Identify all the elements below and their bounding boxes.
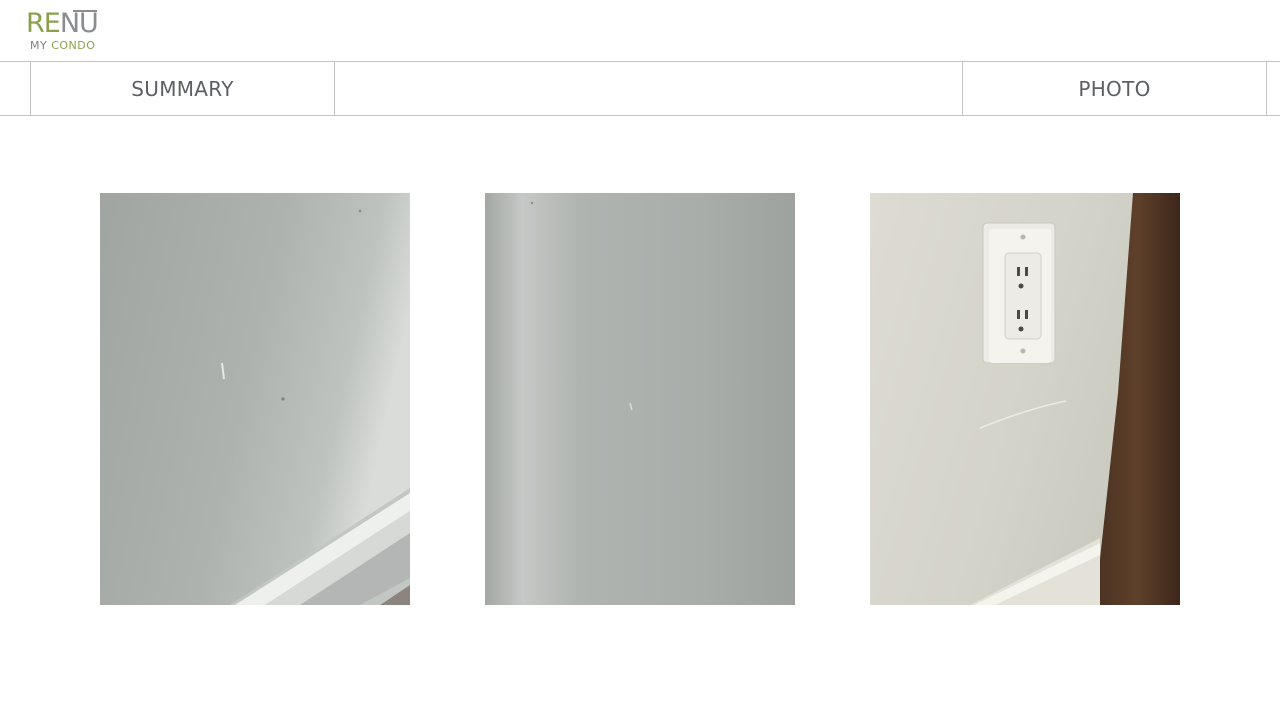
tab-summary[interactable]: SUMMARY — [30, 62, 335, 115]
photo-2[interactable] — [485, 193, 795, 605]
header: RENU MY CONDO — [0, 0, 1280, 61]
logo-nu: NU — [59, 8, 99, 39]
tab-bar: SUMMARY PHOTO — [0, 61, 1280, 116]
wall-outlet-photo — [870, 193, 1180, 605]
logo-wordmark: RENU — [26, 8, 99, 40]
photo-3[interactable] — [870, 193, 1180, 605]
logo-re: RE — [26, 8, 61, 39]
logo-condo: CONDO — [51, 39, 96, 52]
photo-1[interactable] — [100, 193, 410, 605]
plain-wall-photo — [485, 193, 795, 605]
wall-scuff-photo — [100, 193, 410, 605]
renu-my-condo-logo[interactable]: RENU MY CONDO — [26, 8, 108, 54]
logo-my: MY — [30, 39, 48, 52]
tab-photo[interactable]: PHOTO — [962, 62, 1267, 115]
logo-tagline: MY CONDO — [30, 40, 95, 52]
